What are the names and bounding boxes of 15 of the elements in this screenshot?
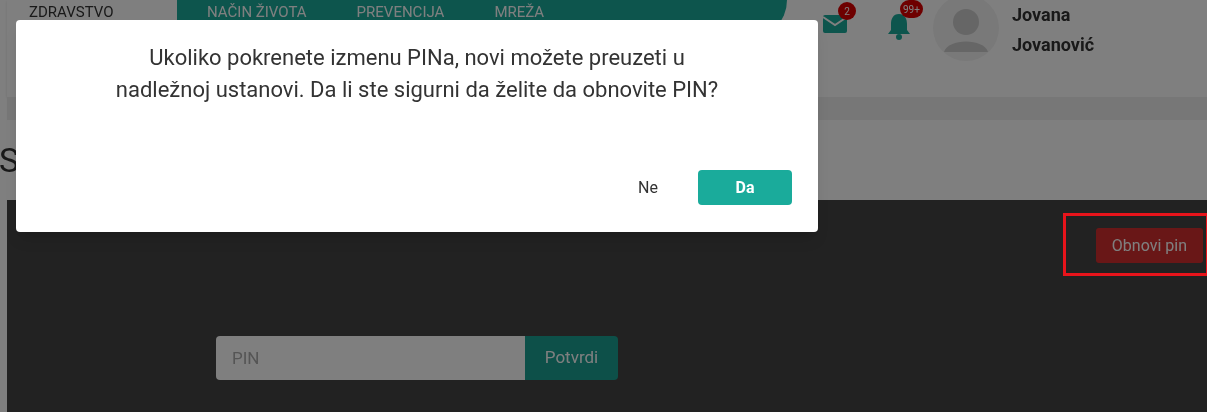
dialog-message: Ukoliko pokrenete izmenu PINa, novi možete preuzeti u nadležnoj ustanovi. Da li ste sigurni da želite da obnovite PIN? [114, 44, 720, 104]
bell-icon[interactable] [886, 12, 912, 40]
cancel-button[interactable]: Ne [634, 175, 662, 200]
message-count-badge: 2 [838, 2, 856, 20]
confirm-yes-button[interactable]: Da [698, 170, 792, 205]
logo-text: ZDRAVSTVO [28, 2, 115, 23]
nav-link[interactable]: MREŽA [494, 1, 545, 24]
user-name: Jovana [1012, 3, 1072, 27]
confirm-button[interactable]: Potvrdi [525, 336, 618, 380]
notification-count-badge: 99+ [900, 0, 923, 18]
envelope-icon[interactable] [822, 14, 848, 34]
user-name: Jovanović [1012, 33, 1095, 57]
nav-link[interactable]: NAČIN ŽIVOTA [207, 1, 307, 24]
nav-link[interactable]: PREVENCIJA [356, 1, 445, 24]
renew-pin-button[interactable]: Obnovi pin [1095, 228, 1203, 263]
